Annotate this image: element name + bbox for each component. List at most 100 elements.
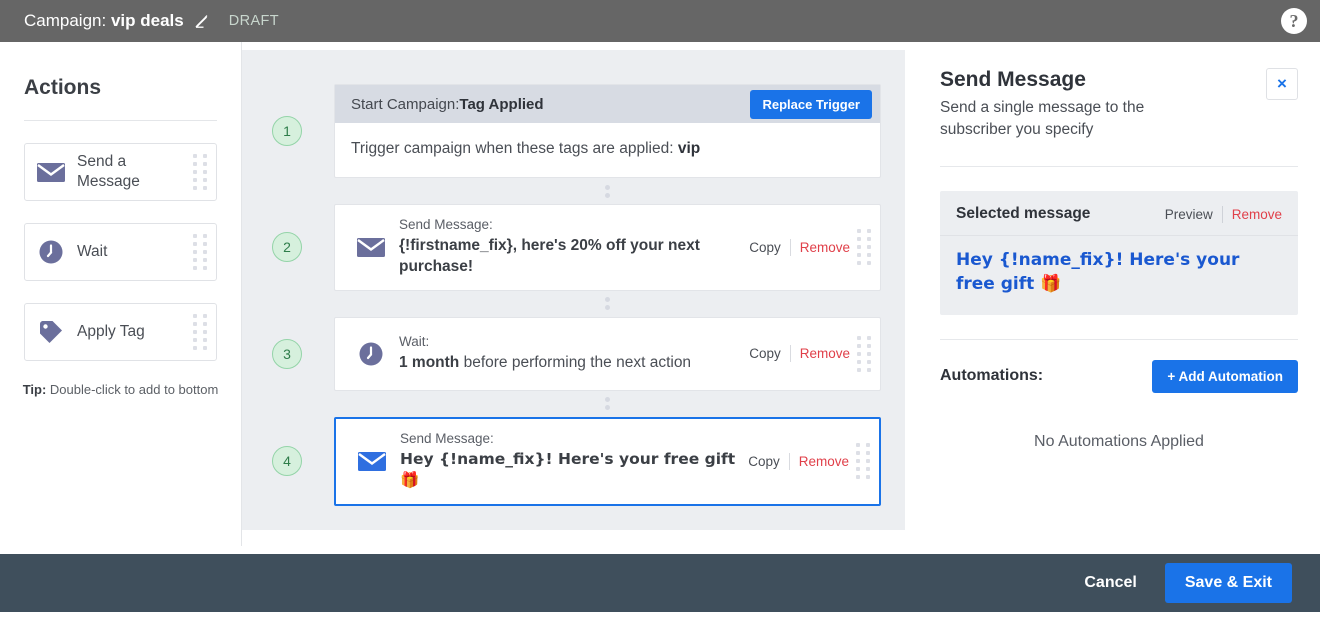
page-title: Campaign: vip deals xyxy=(24,11,184,31)
step-number-badge: 4 xyxy=(272,446,302,477)
clock-icon xyxy=(25,239,77,265)
step-card[interactable]: Wait: 1 month before performing the next… xyxy=(334,316,881,391)
drag-handle-icon[interactable] xyxy=(193,154,207,190)
trigger-description: Trigger campaign when these tags are app… xyxy=(335,123,880,177)
sidebar-tip-text: Double-click to add to bottom xyxy=(46,382,219,397)
selected-message-box: Selected message Preview Remove Hey {!na… xyxy=(940,191,1298,315)
panel-title: Send Message xyxy=(940,68,1086,91)
automations-row: Automations: + Add Automation xyxy=(940,359,1298,393)
actions-sidebar: Actions Send a Message Wait Apply Tag Ti… xyxy=(0,42,242,546)
preview-message-button[interactable]: Preview xyxy=(1165,207,1213,222)
selected-message-text[interactable]: Hey {!name_fix}! Here's your free gift 🎁 xyxy=(940,236,1298,315)
step-detail-panel: Send Message Send a single message to th… xyxy=(920,42,1320,546)
flow-step-3[interactable]: 3 Wait: 1 month before performing the ne… xyxy=(272,316,881,391)
top-bar: Campaign: vip deals DRAFT ? xyxy=(0,0,1320,42)
step-description: before performing the next action xyxy=(459,354,692,372)
flow-canvas: 1 Start Campaign:Tag Applied Replace Tri… xyxy=(242,42,920,546)
remove-step-button[interactable]: Remove xyxy=(799,454,849,469)
panel-divider-2 xyxy=(940,338,1298,340)
bottom-strip xyxy=(0,612,1320,624)
close-icon[interactable]: × xyxy=(1266,68,1298,100)
footer-bar: Cancel Save & Exit xyxy=(0,554,1320,612)
trigger-title-type: Tag Applied xyxy=(459,95,544,113)
flow-connector xyxy=(334,291,881,317)
remove-step-button[interactable]: Remove xyxy=(800,346,850,361)
step-actions: Copy Remove xyxy=(748,452,849,470)
step-description: Hey {!name_fix}! Here's your free gift 🎁 xyxy=(400,449,736,490)
selected-message-header: Selected message Preview Remove xyxy=(940,191,1298,237)
trigger-title-prefix: Start Campaign: xyxy=(351,95,460,113)
flow-canvas-inner: 1 Start Campaign:Tag Applied Replace Tri… xyxy=(242,50,905,530)
drag-handle-icon[interactable] xyxy=(856,443,870,480)
help-glyph: ? xyxy=(1289,10,1299,31)
trigger-description-text: Trigger campaign when these tags are app… xyxy=(351,140,678,157)
action-divider xyxy=(789,345,791,363)
drag-handle-icon[interactable] xyxy=(857,335,871,372)
copy-step-button[interactable]: Copy xyxy=(749,346,781,361)
sidebar-item-label: Apply Tag xyxy=(77,322,145,340)
selected-message-label: Selected message xyxy=(956,205,1091,223)
envelope-icon xyxy=(350,450,394,472)
sidebar-item-label: Wait xyxy=(77,242,108,260)
save-and-exit-button[interactable]: Save & Exit xyxy=(1164,563,1292,603)
campaign-label-prefix: Campaign: xyxy=(24,11,107,30)
sidebar-tip: Tip: Double-click to add to bottom xyxy=(22,381,219,400)
panel-divider xyxy=(940,166,1298,168)
sidebar-tip-label: Tip: xyxy=(22,382,47,397)
step-text: Send Message: {!firstname_fix}, here's 2… xyxy=(393,217,749,278)
step-number-badge: 1 xyxy=(272,116,302,146)
flow-list: 1 Start Campaign:Tag Applied Replace Tri… xyxy=(242,50,905,506)
trigger-card[interactable]: Start Campaign:Tag Applied Replace Trigg… xyxy=(334,84,881,178)
close-glyph: × xyxy=(1277,74,1287,93)
tag-icon xyxy=(25,318,77,346)
step-actions: Copy Remove xyxy=(749,238,850,256)
step-kind: Send Message: xyxy=(400,430,494,446)
sidebar-item-wait[interactable]: Wait xyxy=(24,223,217,281)
step-card-selected[interactable]: Send Message: Hey {!name_fix}! Here's yo… xyxy=(334,416,881,506)
envelope-icon xyxy=(349,236,393,258)
panel-header: Send Message Send a single message to th… xyxy=(940,68,1298,140)
drag-handle-icon[interactable] xyxy=(193,234,207,270)
sidebar-item-send-a-message[interactable]: Send a Message xyxy=(24,143,217,201)
envelope-icon xyxy=(25,161,77,183)
action-divider xyxy=(1221,205,1223,223)
automations-empty-state: No Automations Applied xyxy=(1034,432,1204,450)
drag-handle-icon[interactable] xyxy=(193,314,207,350)
sidebar-heading: Actions xyxy=(24,76,102,99)
copy-step-button[interactable]: Copy xyxy=(749,240,781,255)
selected-message-actions: Preview Remove xyxy=(1165,205,1282,223)
step-kind: Wait: xyxy=(399,334,430,350)
flow-step-4[interactable]: 4 Send Message: Hey {!name_fix}! Here's … xyxy=(272,416,881,506)
flow-connector xyxy=(334,391,881,417)
main-body: Actions Send a Message Wait Apply Tag Ti… xyxy=(0,42,1320,546)
trigger-title: Start Campaign:Tag Applied xyxy=(351,96,544,113)
step-text: Send Message: Hey {!name_fix}! Here's yo… xyxy=(394,431,748,492)
pencil-icon[interactable] xyxy=(193,13,210,30)
sidebar-item-apply-tag[interactable]: Apply Tag xyxy=(24,303,217,361)
drag-handle-icon[interactable] xyxy=(857,229,871,266)
clock-icon xyxy=(349,341,393,367)
copy-step-button[interactable]: Copy xyxy=(748,454,780,469)
remove-message-button[interactable]: Remove xyxy=(1232,207,1282,222)
campaign-name: vip deals xyxy=(110,11,184,30)
action-divider xyxy=(789,238,791,256)
flow-step-trigger[interactable]: 1 Start Campaign:Tag Applied Replace Tri… xyxy=(272,84,881,178)
step-card[interactable]: Send Message: {!firstname_fix}, here's 2… xyxy=(334,204,881,291)
remove-step-button[interactable]: Remove xyxy=(800,240,850,255)
replace-trigger-button[interactable]: Replace Trigger xyxy=(750,89,872,119)
step-actions: Copy Remove xyxy=(749,345,850,363)
step-number-badge: 2 xyxy=(272,232,302,263)
cancel-button[interactable]: Cancel xyxy=(1078,573,1142,593)
question-mark-icon[interactable]: ? xyxy=(1281,8,1307,34)
step-description: {!firstname_fix}, here's 20% off your ne… xyxy=(399,237,700,276)
step-wait-duration: 1 month xyxy=(399,354,460,372)
step-number-badge: 3 xyxy=(272,338,302,369)
sidebar-divider xyxy=(24,120,217,121)
status-badge: DRAFT xyxy=(228,13,280,29)
trigger-tag-value: vip xyxy=(677,140,701,157)
add-automation-button[interactable]: + Add Automation xyxy=(1152,359,1298,393)
flow-step-2[interactable]: 2 Send Message: {!firstname_fix}, here's… xyxy=(272,204,881,291)
flow-connector xyxy=(334,178,881,204)
panel-subtitle: Send a single message to the subscriber … xyxy=(940,99,1145,138)
automations-label: Automations: xyxy=(940,367,1044,385)
